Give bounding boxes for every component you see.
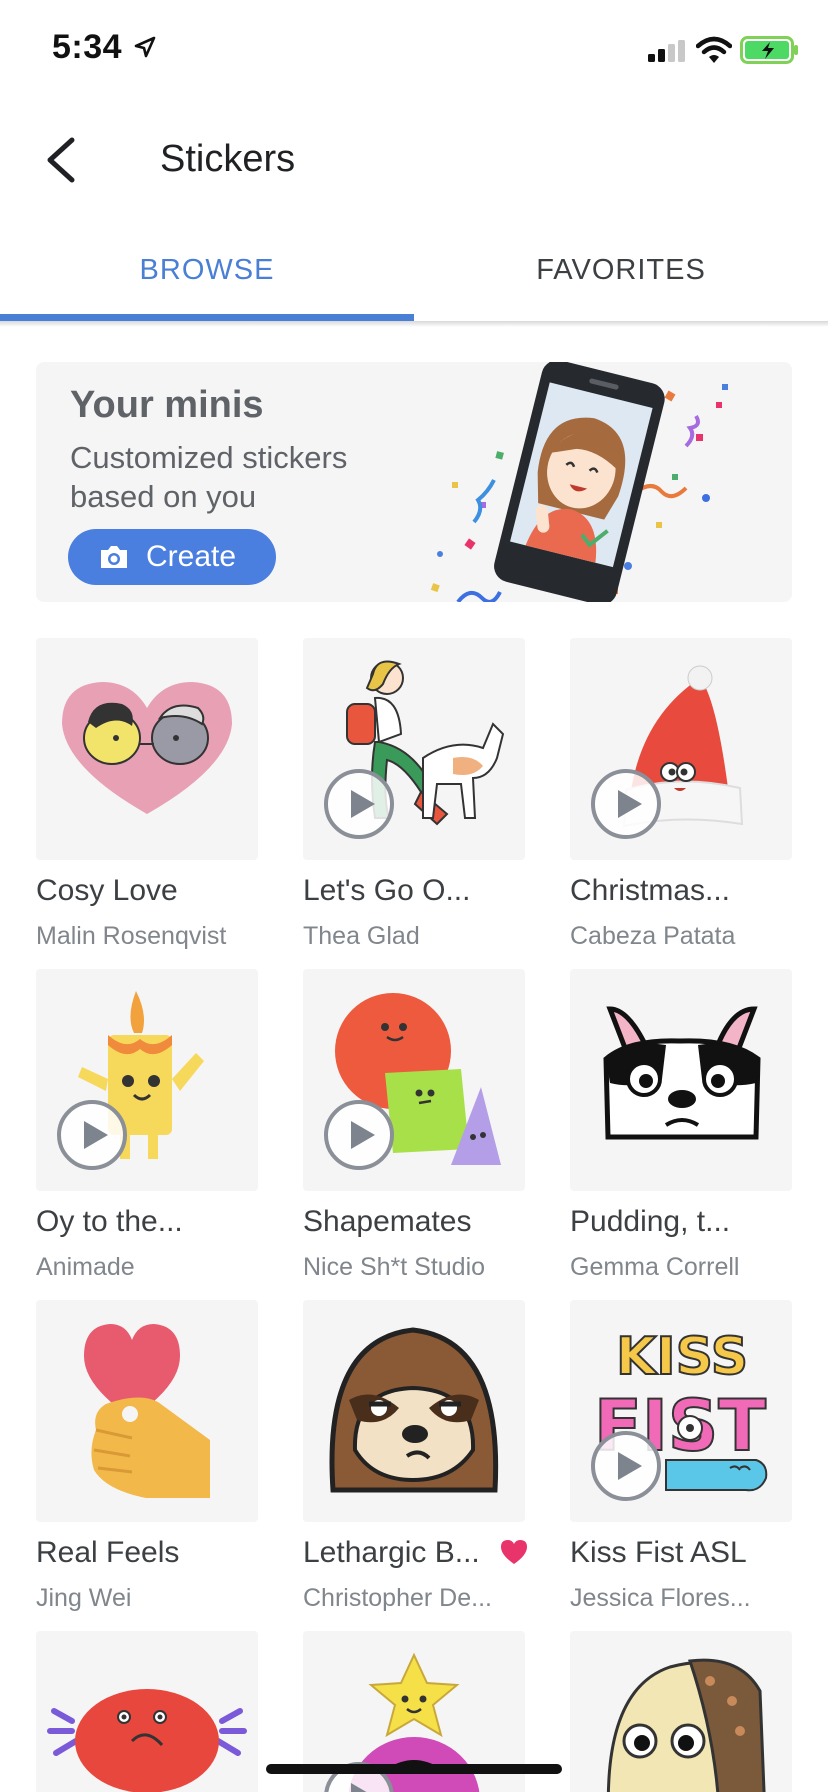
sticker-pack-author: Jing Wei	[36, 1584, 132, 1612]
sticker-thumbnail	[303, 638, 525, 860]
favorite-heart-icon	[501, 1540, 527, 1564]
home-indicator[interactable]	[266, 1764, 562, 1774]
hand-heart-sticker-art	[84, 1324, 210, 1498]
play-icon[interactable]	[590, 1430, 662, 1502]
minis-phone-illustration	[430, 362, 728, 602]
sticker-pack-author: Malin Rosenqvist	[36, 922, 227, 950]
sticker-pack-name: Cosy Love	[36, 874, 178, 907]
tab-bar: BROWSE FAVORITES	[0, 236, 828, 328]
sticker-thumbnail	[303, 1300, 525, 1522]
sticker-pack-author: Thea Glad	[303, 922, 420, 950]
minis-title: Your minis	[70, 384, 264, 426]
tab-bar-shadow	[0, 321, 828, 327]
sloth-sticker-art	[329, 1327, 499, 1493]
status-bar: 5:34	[0, 0, 828, 100]
svg-text:KISS: KISS	[616, 1327, 748, 1387]
sticker-pack-author: Gemma Correll	[570, 1253, 740, 1281]
play-icon[interactable]	[56, 1099, 128, 1171]
sticker-thumbnail	[570, 1631, 792, 1792]
back-arrow-icon[interactable]	[36, 130, 88, 190]
bulldog-sticker-art	[603, 1006, 761, 1140]
sticker-pack-name: Christmas...	[570, 874, 731, 907]
heart-couple-sticker-art	[62, 682, 232, 814]
sticker-pack-author: Jessica Flores...	[570, 1584, 751, 1612]
active-tab-indicator	[0, 314, 414, 321]
sticker-pack-name: Kiss Fist ASL	[570, 1536, 747, 1569]
sticker-pack-name: Shapemates	[303, 1205, 472, 1238]
sticker-pack-author: Christopher De...	[303, 1584, 492, 1612]
sticker-thumbnail	[36, 1300, 258, 1522]
red-crab-sticker-art	[47, 1689, 247, 1792]
play-icon[interactable]	[323, 768, 395, 840]
sticker-thumbnail: KISS FIST	[570, 1300, 792, 1522]
sticker-thumbnail	[36, 638, 258, 860]
page-title: Stickers	[160, 138, 296, 180]
battery-charging-icon	[740, 36, 798, 64]
sticker-pack-author: Cabeza Patata	[570, 922, 736, 950]
sticker-pack-name: Oy to the...	[36, 1205, 183, 1238]
wifi-icon	[696, 36, 732, 63]
sticker-thumbnail	[570, 638, 792, 860]
app-header: Stickers	[0, 110, 828, 210]
sticker-thumbnail	[303, 969, 525, 1191]
sticker-thumbnail	[36, 1631, 258, 1792]
create-minis-button[interactable]: Create	[68, 529, 276, 585]
minis-promo-card: Your minis Customized stickers based on …	[36, 362, 792, 602]
sticker-pack-name: Let's Go O...	[303, 874, 471, 907]
sticker-pack-name: Real Feels	[36, 1536, 180, 1569]
camera-icon	[101, 546, 127, 568]
tab-browse[interactable]: BROWSE	[0, 254, 414, 287]
location-arrow-icon	[134, 36, 156, 58]
sticker-pack-author: Nice Sh*t Studio	[303, 1253, 486, 1281]
status-time: 5:34	[52, 28, 123, 66]
tab-favorites[interactable]: FAVORITES	[414, 254, 828, 287]
sticker-thumbnail	[570, 969, 792, 1191]
sticker-pack-name: Pudding, t...	[570, 1205, 731, 1238]
play-icon[interactable]	[590, 768, 662, 840]
sticker-pack-author: Animade	[36, 1253, 135, 1281]
create-button-label: Create	[146, 540, 237, 573]
bread-character-sticker-art	[606, 1658, 766, 1792]
cellular-signal-icon	[648, 40, 685, 62]
sticker-thumbnail	[36, 969, 258, 1191]
play-icon[interactable]	[323, 1099, 395, 1171]
minis-subtitle: Customized stickers based on you	[70, 440, 348, 514]
